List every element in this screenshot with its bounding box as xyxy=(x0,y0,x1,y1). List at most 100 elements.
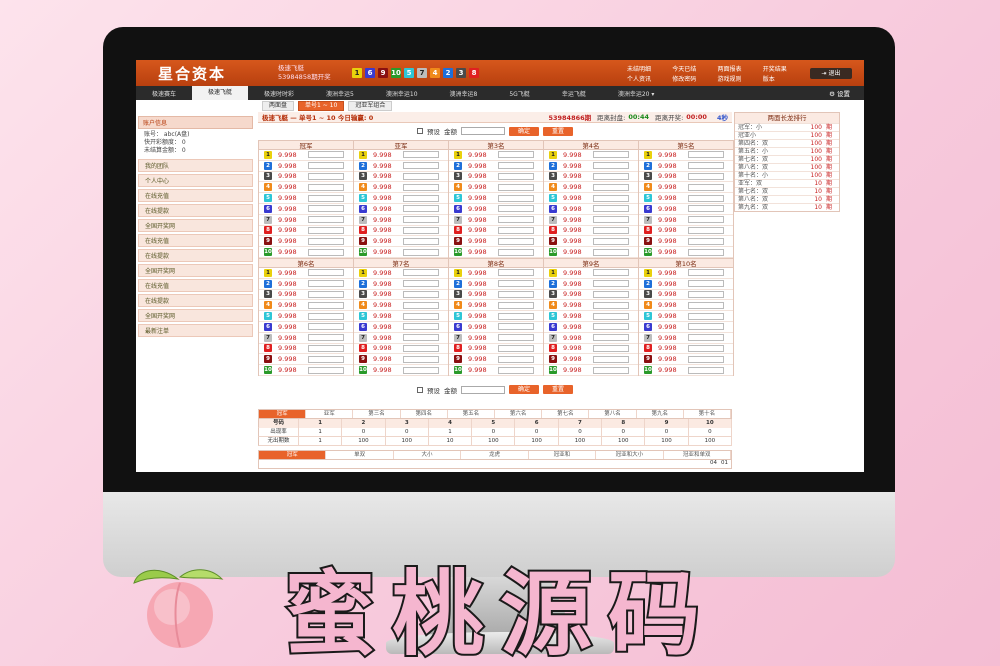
bet-row[interactable]: 2 9.998 xyxy=(449,279,543,290)
bet-row[interactable]: 7 9.998 xyxy=(544,333,638,344)
sidebar-item[interactable]: 在线充值 xyxy=(138,189,253,202)
bet-row[interactable]: 6 9.998 xyxy=(544,322,638,333)
logout-button[interactable]: ⇥ 退出 xyxy=(810,68,852,79)
bet-amount-input[interactable] xyxy=(498,366,534,374)
bet-row[interactable]: 1 9.998 xyxy=(259,150,353,161)
bet-row[interactable]: 3 9.998 xyxy=(544,172,638,183)
stats-tab-secondary[interactable]: 大小 xyxy=(394,451,462,459)
bet-amount-input[interactable] xyxy=(593,355,629,363)
bet-row[interactable]: 8 9.998 xyxy=(259,344,353,355)
bet-amount-input[interactable] xyxy=(688,366,724,374)
bet-amount-input[interactable] xyxy=(688,151,724,159)
sub-tab[interactable]: 两面盘 xyxy=(262,101,295,111)
amount-input[interactable] xyxy=(460,127,505,135)
bet-amount-input[interactable] xyxy=(593,194,629,202)
bet-row[interactable]: 8 9.998 xyxy=(354,226,448,237)
bet-row[interactable]: 1 9.998 xyxy=(449,268,543,279)
preset-checkbox[interactable] xyxy=(416,128,423,134)
bet-amount-input[interactable] xyxy=(593,334,629,342)
stats-tab[interactable]: 冠军 xyxy=(259,410,307,418)
bet-row[interactable]: 8 9.998 xyxy=(259,226,353,237)
top-link[interactable]: 未结明细 xyxy=(627,64,666,73)
settings-button[interactable]: ⚙ 设置 xyxy=(829,88,850,98)
stats-tab-secondary[interactable]: 冠亚和单双 xyxy=(664,451,731,459)
nav-tab[interactable]: 极速飞艇 xyxy=(192,86,249,100)
bet-amount-input[interactable] xyxy=(403,344,439,352)
bet-amount-input[interactable] xyxy=(403,183,439,191)
bet-amount-input[interactable] xyxy=(498,248,534,256)
bet-amount-input[interactable] xyxy=(593,280,629,288)
bet-amount-input[interactable] xyxy=(498,355,534,363)
bet-amount-input[interactable] xyxy=(308,183,344,191)
bet-amount-input[interactable] xyxy=(498,312,534,320)
bet-row[interactable]: 10 9.998 xyxy=(449,365,543,376)
bet-row[interactable]: 9 9.998 xyxy=(259,354,353,366)
bet-amount-input[interactable] xyxy=(593,172,629,180)
bet-amount-input[interactable] xyxy=(403,205,439,213)
bet-amount-input[interactable] xyxy=(688,355,724,363)
bet-amount-input[interactable] xyxy=(593,205,629,213)
bet-amount-input[interactable] xyxy=(498,226,534,234)
bet-row[interactable]: 9 9.998 xyxy=(639,236,733,248)
sidebar-item[interactable]: 在线充值 xyxy=(138,279,253,292)
bet-amount-input[interactable] xyxy=(593,290,629,298)
bet-row[interactable]: 4 9.998 xyxy=(449,182,543,194)
stats-tab[interactable]: 第六名 xyxy=(495,410,543,418)
bet-row[interactable]: 1 9.998 xyxy=(449,150,543,161)
stats-tab[interactable]: 第十名 xyxy=(684,410,732,418)
bet-amount-input[interactable] xyxy=(403,194,439,202)
bet-amount-input[interactable] xyxy=(308,194,344,202)
preset-checkbox-bottom[interactable] xyxy=(416,386,423,393)
bet-row[interactable]: 1 9.998 xyxy=(259,268,353,279)
bet-row[interactable]: 8 9.998 xyxy=(449,344,543,355)
bet-amount-input[interactable] xyxy=(308,366,344,374)
amount-input-bottom[interactable] xyxy=(460,385,505,394)
bet-amount-input[interactable] xyxy=(308,172,344,180)
bet-amount-input[interactable] xyxy=(688,269,724,277)
bet-amount-input[interactable] xyxy=(688,280,724,288)
bet-row[interactable]: 2 9.998 xyxy=(544,279,638,290)
nav-tab[interactable]: 5G飞艇 xyxy=(493,89,545,98)
bet-row[interactable]: 9 9.998 xyxy=(449,354,543,366)
bet-amount-input[interactable] xyxy=(688,183,724,191)
bet-amount-input[interactable] xyxy=(403,162,439,170)
bet-amount-input[interactable] xyxy=(498,280,534,288)
top-link[interactable]: 开奖结果 xyxy=(763,64,802,73)
bet-row[interactable]: 8 9.998 xyxy=(639,344,733,355)
bet-amount-input[interactable] xyxy=(593,151,629,159)
bet-amount-input[interactable] xyxy=(403,226,439,234)
bet-row[interactable]: 5 9.998 xyxy=(639,311,733,322)
bet-row[interactable]: 7 9.998 xyxy=(544,215,638,226)
bet-row[interactable]: 10 9.998 xyxy=(544,365,638,376)
nav-tab[interactable]: 极速时时彩 xyxy=(248,89,310,98)
bet-amount-input[interactable] xyxy=(308,151,344,159)
bet-amount-input[interactable] xyxy=(688,237,724,245)
stats-tab[interactable]: 第三名 xyxy=(353,410,401,418)
bet-amount-input[interactable] xyxy=(688,248,724,256)
bet-amount-input[interactable] xyxy=(403,312,439,320)
stats-tab[interactable]: 第五名 xyxy=(448,410,496,418)
bet-amount-input[interactable] xyxy=(688,312,724,320)
bet-amount-input[interactable] xyxy=(498,269,534,277)
bet-amount-input[interactable] xyxy=(593,226,629,234)
bet-row[interactable]: 5 9.998 xyxy=(544,311,638,322)
stats-tab[interactable]: 第七名 xyxy=(542,410,590,418)
bet-row[interactable]: 4 9.998 xyxy=(639,300,733,312)
bet-amount-input[interactable] xyxy=(688,162,724,170)
bet-row[interactable]: 10 9.998 xyxy=(544,247,638,258)
bet-row[interactable]: 3 9.998 xyxy=(259,172,353,183)
bet-row[interactable]: 9 9.998 xyxy=(449,236,543,248)
nav-tab[interactable]: 澳洲幸运5 xyxy=(310,89,370,98)
bet-row[interactable]: 2 9.998 xyxy=(259,161,353,172)
bet-amount-input[interactable] xyxy=(688,344,724,352)
bet-row[interactable]: 6 9.998 xyxy=(639,322,733,333)
sidebar-item[interactable]: 我的团队 xyxy=(138,159,253,172)
bet-row[interactable]: 6 9.998 xyxy=(259,204,353,215)
sub-tab[interactable]: 冠亚军组合 xyxy=(348,101,393,111)
bet-row[interactable]: 6 9.998 xyxy=(354,322,448,333)
bet-amount-input[interactable] xyxy=(593,237,629,245)
sidebar-item[interactable]: 全国开奖网 xyxy=(138,309,253,322)
bet-amount-input[interactable] xyxy=(688,194,724,202)
sidebar-item[interactable]: 最新注单 xyxy=(138,324,253,337)
stats-tab[interactable]: 第八名 xyxy=(589,410,637,418)
